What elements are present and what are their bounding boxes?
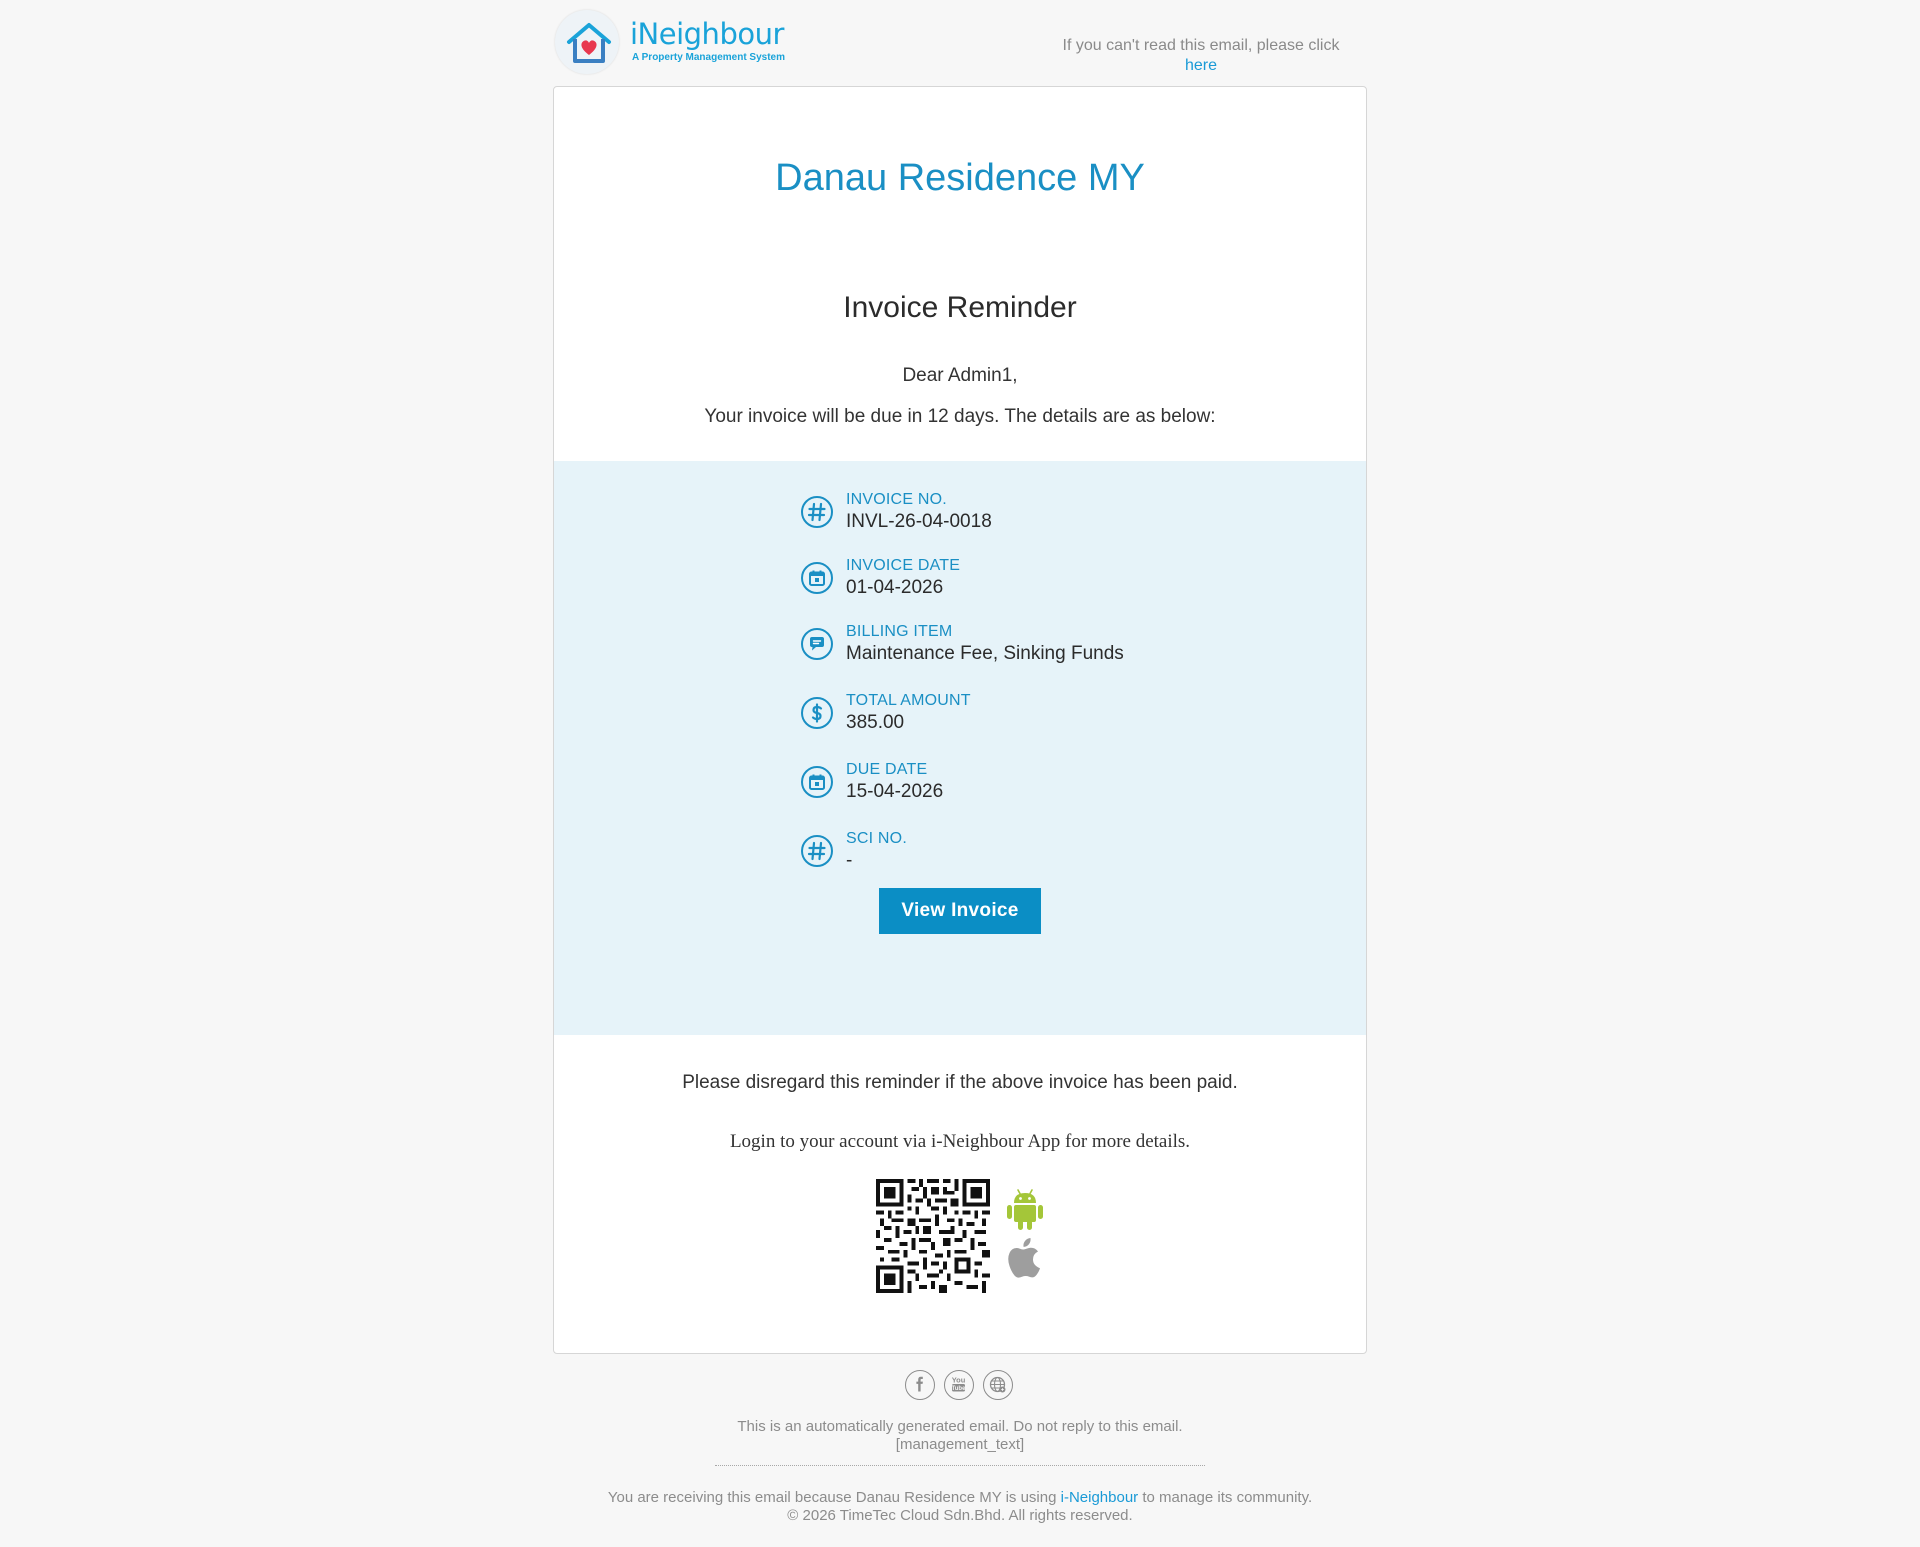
detail-invoice-no: INVOICE NO. INVL-26-04-0018 bbox=[801, 491, 1301, 541]
detail-sci-no: SCI NO. - bbox=[801, 830, 1301, 880]
email-card: Danau Residence MY Invoice Reminder Dear… bbox=[553, 86, 1367, 1354]
detail-label: BILLING ITEM bbox=[846, 623, 953, 640]
dollar-icon bbox=[801, 697, 833, 729]
invoice-details-panel: INVOICE NO. INVL-26-04-0018 INVOICE DATE… bbox=[554, 461, 1366, 1035]
logo-name: iNeighbour bbox=[630, 17, 784, 51]
house-heart-icon bbox=[567, 23, 611, 63]
auto-generated-notice: This is an automatically generated email… bbox=[553, 1418, 1367, 1454]
chat-bubble-icon bbox=[801, 628, 833, 660]
disregard-notice: Please disregard this reminder if the ab… bbox=[682, 1072, 1238, 1093]
intro-text: Your invoice will be due in 12 days. The… bbox=[704, 406, 1216, 427]
detail-value: 01-04-2026 bbox=[846, 577, 944, 598]
detail-due-date: DUE DATE 15-04-2026 bbox=[801, 761, 1301, 811]
community-name: Danau Residence MY bbox=[775, 157, 1145, 199]
cant-read-notice: If you can't read this email, please cli… bbox=[1041, 36, 1361, 76]
detail-label: DUE DATE bbox=[846, 761, 928, 778]
calendar-icon bbox=[801, 562, 833, 594]
detail-label: INVOICE NO. bbox=[846, 491, 947, 508]
hash-icon bbox=[801, 496, 833, 528]
detail-label: INVOICE DATE bbox=[846, 557, 961, 574]
detail-value: Maintenance Fee, Sinking Funds bbox=[846, 643, 1124, 664]
view-invoice-button[interactable]: View Invoice bbox=[879, 888, 1041, 934]
svg-text:You: You bbox=[952, 1376, 966, 1385]
email-title: Invoice Reminder bbox=[843, 291, 1077, 324]
detail-total-amount: TOTAL AMOUNT 385.00 bbox=[801, 692, 1301, 742]
receiving-suffix: to manage its community. bbox=[1142, 1489, 1313, 1506]
detail-label: TOTAL AMOUNT bbox=[846, 692, 971, 709]
detail-label: SCI NO. bbox=[846, 830, 907, 847]
svg-text:Tube: Tube bbox=[952, 1386, 967, 1392]
management-text: [management_text] bbox=[895, 1436, 1025, 1453]
facebook-icon[interactable] bbox=[905, 1370, 935, 1400]
calendar-icon bbox=[801, 766, 833, 798]
greeting: Dear Admin1, bbox=[902, 365, 1018, 386]
detail-value: 15-04-2026 bbox=[846, 781, 944, 802]
website-icon[interactable] bbox=[983, 1370, 1013, 1400]
hash-icon bbox=[801, 835, 833, 867]
logo-tagline: A Property Management System bbox=[632, 52, 786, 63]
email-page: iNeighbour A Property Management System … bbox=[0, 0, 1920, 1547]
apple-app-icon[interactable] bbox=[1006, 1235, 1046, 1281]
receiving-notice: You are receiving this email because Dan… bbox=[553, 1489, 1367, 1525]
detail-billing-item: BILLING ITEM Maintenance Fee, Sinking Fu… bbox=[801, 623, 1301, 673]
qr-code[interactable] bbox=[876, 1179, 990, 1293]
cant-read-text: If you can't read this email, please cli… bbox=[1062, 37, 1340, 54]
ineighbour-logo[interactable]: iNeighbour A Property Management System bbox=[553, 8, 793, 74]
copyright-text: © 2026 TimeTec Cloud Sdn.Bhd. All rights… bbox=[787, 1507, 1133, 1524]
detail-value: INVL-26-04-0018 bbox=[846, 511, 992, 532]
detail-invoice-date: INVOICE DATE 01-04-2026 bbox=[801, 557, 1301, 607]
android-app-icon[interactable] bbox=[1005, 1187, 1045, 1231]
detail-value: 385.00 bbox=[846, 712, 905, 733]
email-header: iNeighbour A Property Management System … bbox=[553, 8, 1367, 74]
auto-generated-text: This is an automatically generated email… bbox=[737, 1418, 1183, 1435]
receiving-prefix: You are receiving this email because Dan… bbox=[607, 1489, 1057, 1506]
login-notice: Login to your account via i-Neighbour Ap… bbox=[729, 1131, 1191, 1152]
social-icons: You Tube bbox=[905, 1370, 1015, 1402]
ineighbour-link[interactable]: i-Neighbour bbox=[1061, 1489, 1139, 1506]
detail-value: - bbox=[846, 850, 853, 871]
youtube-icon[interactable]: You Tube bbox=[944, 1370, 974, 1400]
logo-badge bbox=[555, 10, 619, 74]
footer-divider bbox=[715, 1465, 1205, 1466]
view-in-browser-link[interactable]: here bbox=[1041, 56, 1361, 76]
